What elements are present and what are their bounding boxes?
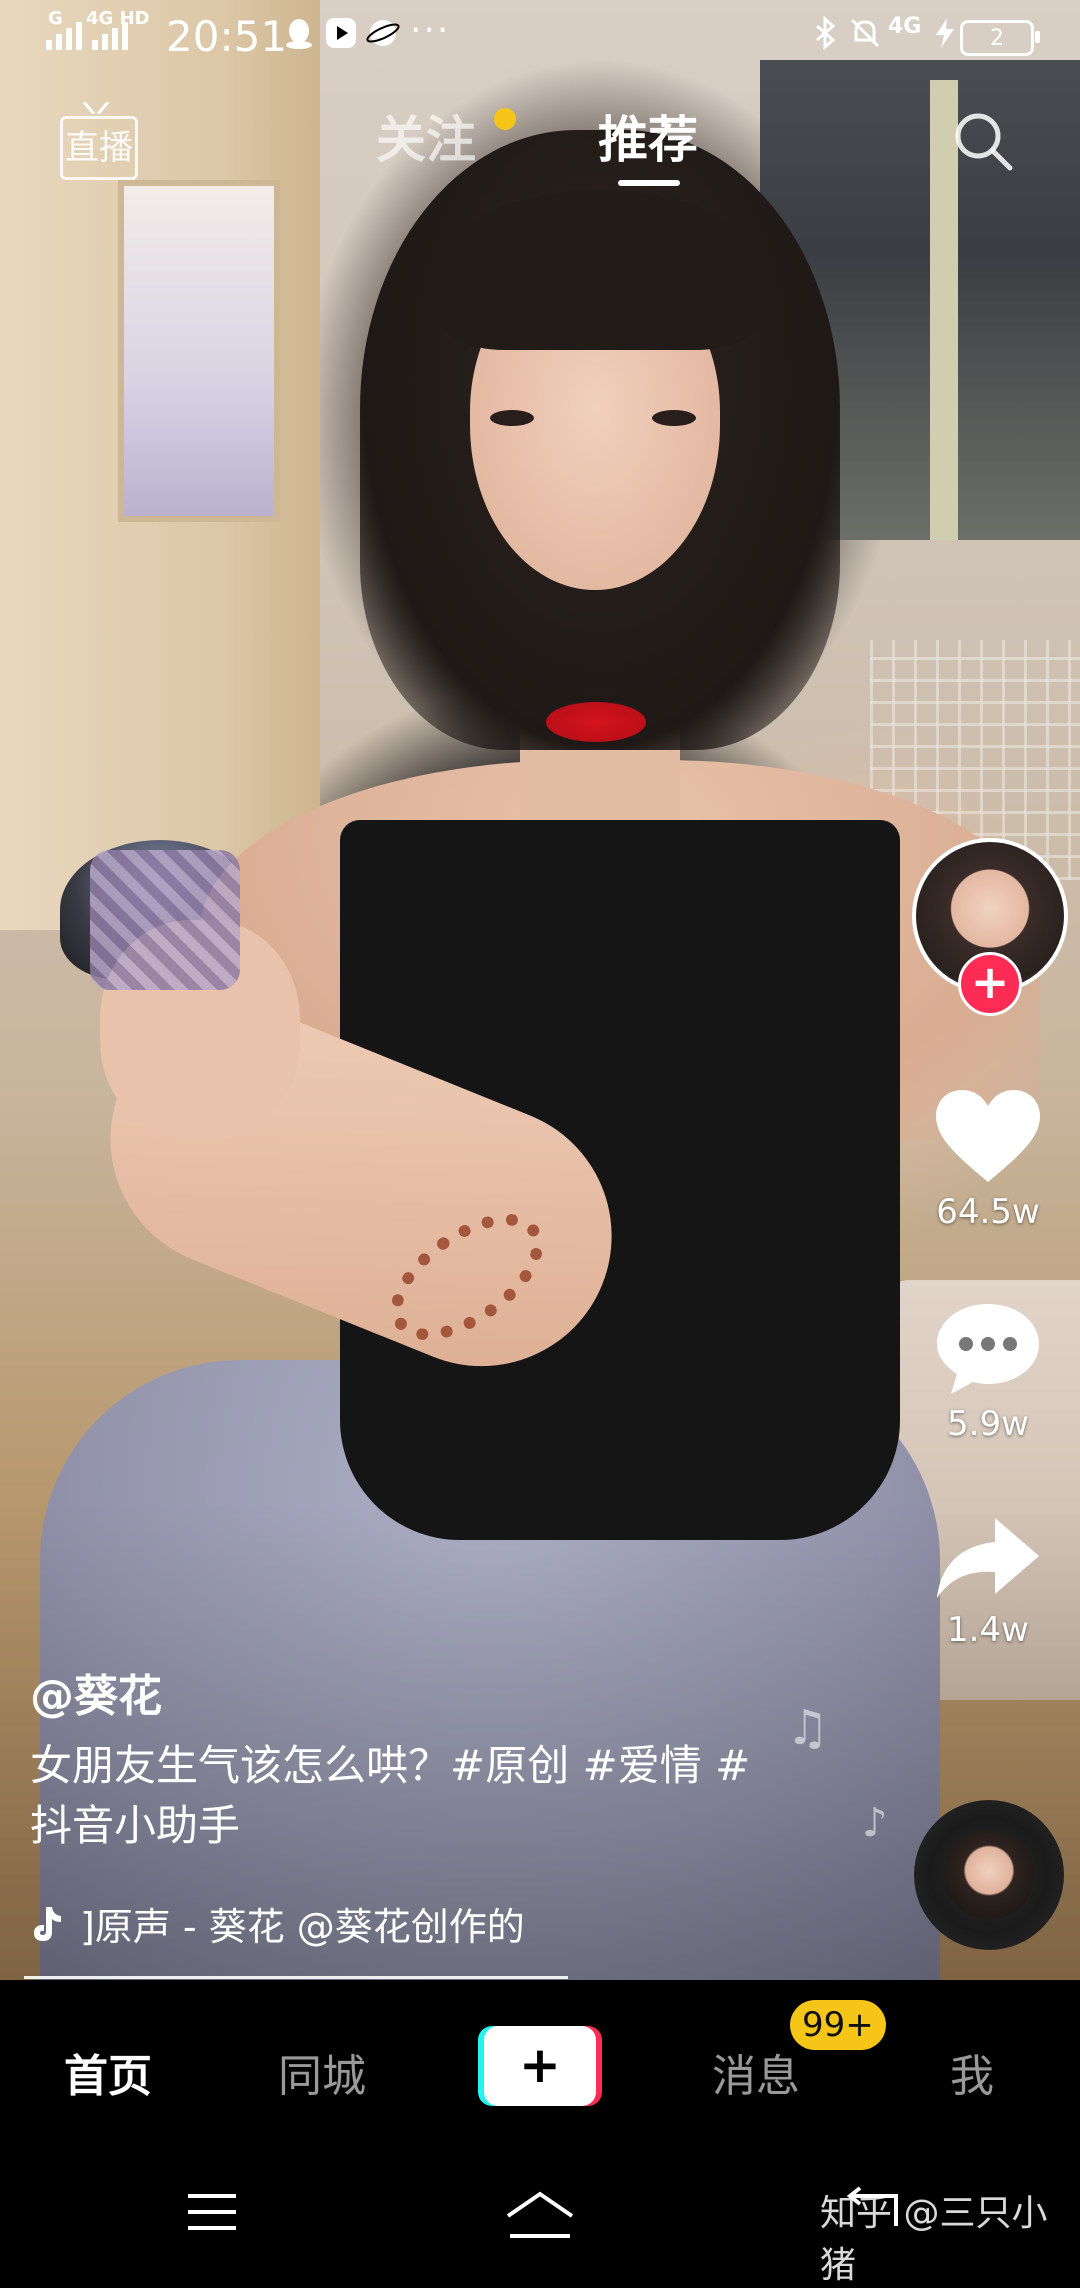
tab-me[interactable]: 我 [950, 2040, 994, 2104]
music-disc-cover [944, 1830, 1034, 1920]
share-count: 1.4w [947, 1610, 1029, 1650]
heart-icon [936, 1090, 1040, 1182]
home-icon[interactable] [504, 2190, 576, 2240]
battery-level: 2 [990, 25, 1004, 51]
mute-bell-icon [850, 18, 880, 48]
video-caption[interactable]: 女朋友生气该怎么哄？#原创 #爱情 #抖音小助手 [30, 1736, 790, 1856]
video-player[interactable] [0, 0, 1080, 1980]
person-eye-right [652, 410, 696, 426]
live-label: 直播 [60, 116, 138, 180]
tv-antenna-icon [82, 102, 110, 114]
status-bar: G 4G HD 20:51 ··· 4G 2 [0, 0, 1080, 72]
music-note-icon-small: ♪ [862, 1800, 888, 1846]
video-progress-bar[interactable] [24, 1976, 568, 1979]
music-title: ]原声 - 葵花 @葵花创作的 [80, 1905, 525, 1949]
create-video-button[interactable]: + [478, 2026, 602, 2106]
charging-bolt-icon [936, 18, 954, 48]
live-button[interactable]: 直播 [56, 102, 138, 180]
network-type-right: 4G [888, 14, 922, 39]
comment-button[interactable]: 5.9w [920, 1298, 1056, 1444]
more-notifications-indicator: ··· [410, 10, 451, 51]
tab-recommended[interactable]: 推荐 [598, 100, 698, 172]
clock: 20:51 [166, 12, 288, 61]
comment-count: 5.9w [947, 1404, 1029, 1444]
following-new-dot [494, 108, 516, 130]
battery-indicator: 2 [960, 20, 1040, 56]
music-disc-button[interactable] [914, 1800, 1064, 1950]
menu-icon[interactable] [184, 2190, 240, 2234]
bottom-tab-bar: 首页 同城 + 消息 99+ 我 [0, 1980, 1080, 2150]
share-arrow-icon [937, 1518, 1039, 1598]
music-note-icon: ♫ [786, 1700, 830, 1756]
system-navigation-bar: 知乎 @三只小猪 [0, 2150, 1080, 2286]
bluetooth-icon [816, 16, 836, 50]
person-eye-left [490, 410, 534, 426]
planet-app-icon [366, 20, 400, 46]
person-lips [546, 702, 646, 742]
cup-in-hand [90, 850, 240, 990]
share-button[interactable]: 1.4w [920, 1514, 1056, 1650]
messages-badge: 99+ [790, 2000, 886, 2050]
active-tab-indicator [618, 180, 680, 186]
qq-penguin-icon [286, 19, 312, 49]
like-button[interactable]: 64.5w [920, 1086, 1056, 1232]
tab-messages[interactable]: 消息 [712, 2040, 800, 2104]
tiktok-note-icon [34, 1906, 61, 1941]
zhihu-watermark: 知乎 @三只小猪 [820, 2193, 1048, 2286]
search-icon[interactable] [948, 106, 1020, 178]
like-count: 64.5w [936, 1192, 1040, 1232]
video-app-icon [326, 18, 356, 48]
top-navigation: 直播 关注 推荐 [0, 90, 1080, 200]
tab-nearby[interactable]: 同城 [278, 2040, 366, 2104]
tab-home[interactable]: 首页 [64, 2040, 152, 2104]
music-ticker[interactable]: ]原声 - 葵花 @葵花创作的 [30, 1896, 570, 1951]
background-picture-frame [118, 180, 280, 522]
follow-plus-button[interactable]: + [958, 952, 1022, 1016]
person-bangs [440, 190, 760, 350]
tab-following[interactable]: 关注 [376, 100, 476, 172]
network-type-label: G [48, 8, 63, 29]
create-plus-label: + [484, 2026, 596, 2106]
network-type-label-2: 4G HD [86, 8, 150, 29]
comment-bubble-icon [937, 1304, 1039, 1394]
author-name[interactable]: @葵花 [30, 1660, 162, 1724]
